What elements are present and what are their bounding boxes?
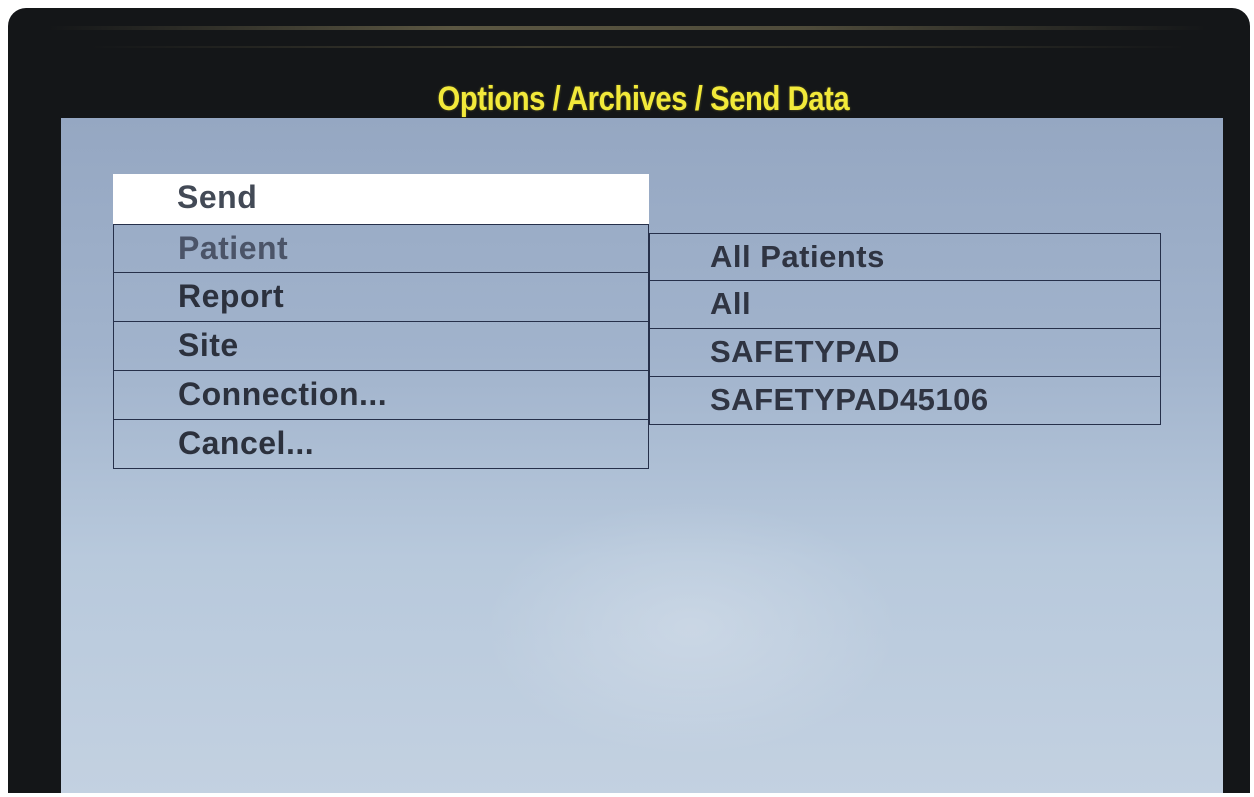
options-menu: Send Patient Report Site Connection... C… xyxy=(113,174,649,469)
connection-value: SAFETYPAD45106 xyxy=(649,377,1161,425)
menu-item-send[interactable]: Send xyxy=(113,174,649,224)
bezel-reflection-secondary xyxy=(88,46,1188,48)
menu-item-patient[interactable]: Patient xyxy=(113,224,649,273)
patient-value: All Patients xyxy=(649,233,1161,281)
menu-screen: Send Patient Report Site Connection... C… xyxy=(61,118,1223,793)
site-value-text: SAFETYPAD xyxy=(710,334,900,369)
menu-item-label: Connection... xyxy=(178,376,388,412)
menu-item-connection[interactable]: Connection... xyxy=(113,371,649,420)
site-value: SAFETYPAD xyxy=(649,329,1161,377)
menu-item-report[interactable]: Report xyxy=(113,273,649,322)
connection-value-text: SAFETYPAD45106 xyxy=(710,382,989,417)
menu-item-label: Patient xyxy=(178,230,289,266)
menu-item-label: Send xyxy=(177,179,258,215)
settings-values: All Patients All SAFETYPAD SAFETYPAD4510… xyxy=(649,233,1161,425)
menu-item-site[interactable]: Site xyxy=(113,322,649,371)
screen-glare xyxy=(481,498,901,758)
report-value-text: All xyxy=(710,286,752,321)
report-value: All xyxy=(649,281,1161,329)
menu-item-label: Site xyxy=(178,327,239,363)
device-bezel: Options / Archives / Send Data Send Pati… xyxy=(8,8,1250,793)
menu-item-cancel[interactable]: Cancel... xyxy=(113,420,649,469)
menu-item-label: Report xyxy=(178,278,285,314)
patient-value-text: All Patients xyxy=(710,239,885,274)
page-title: Options / Archives / Send Data xyxy=(437,80,849,118)
menu-item-label: Cancel... xyxy=(178,425,315,461)
bezel-reflection xyxy=(48,26,1208,30)
